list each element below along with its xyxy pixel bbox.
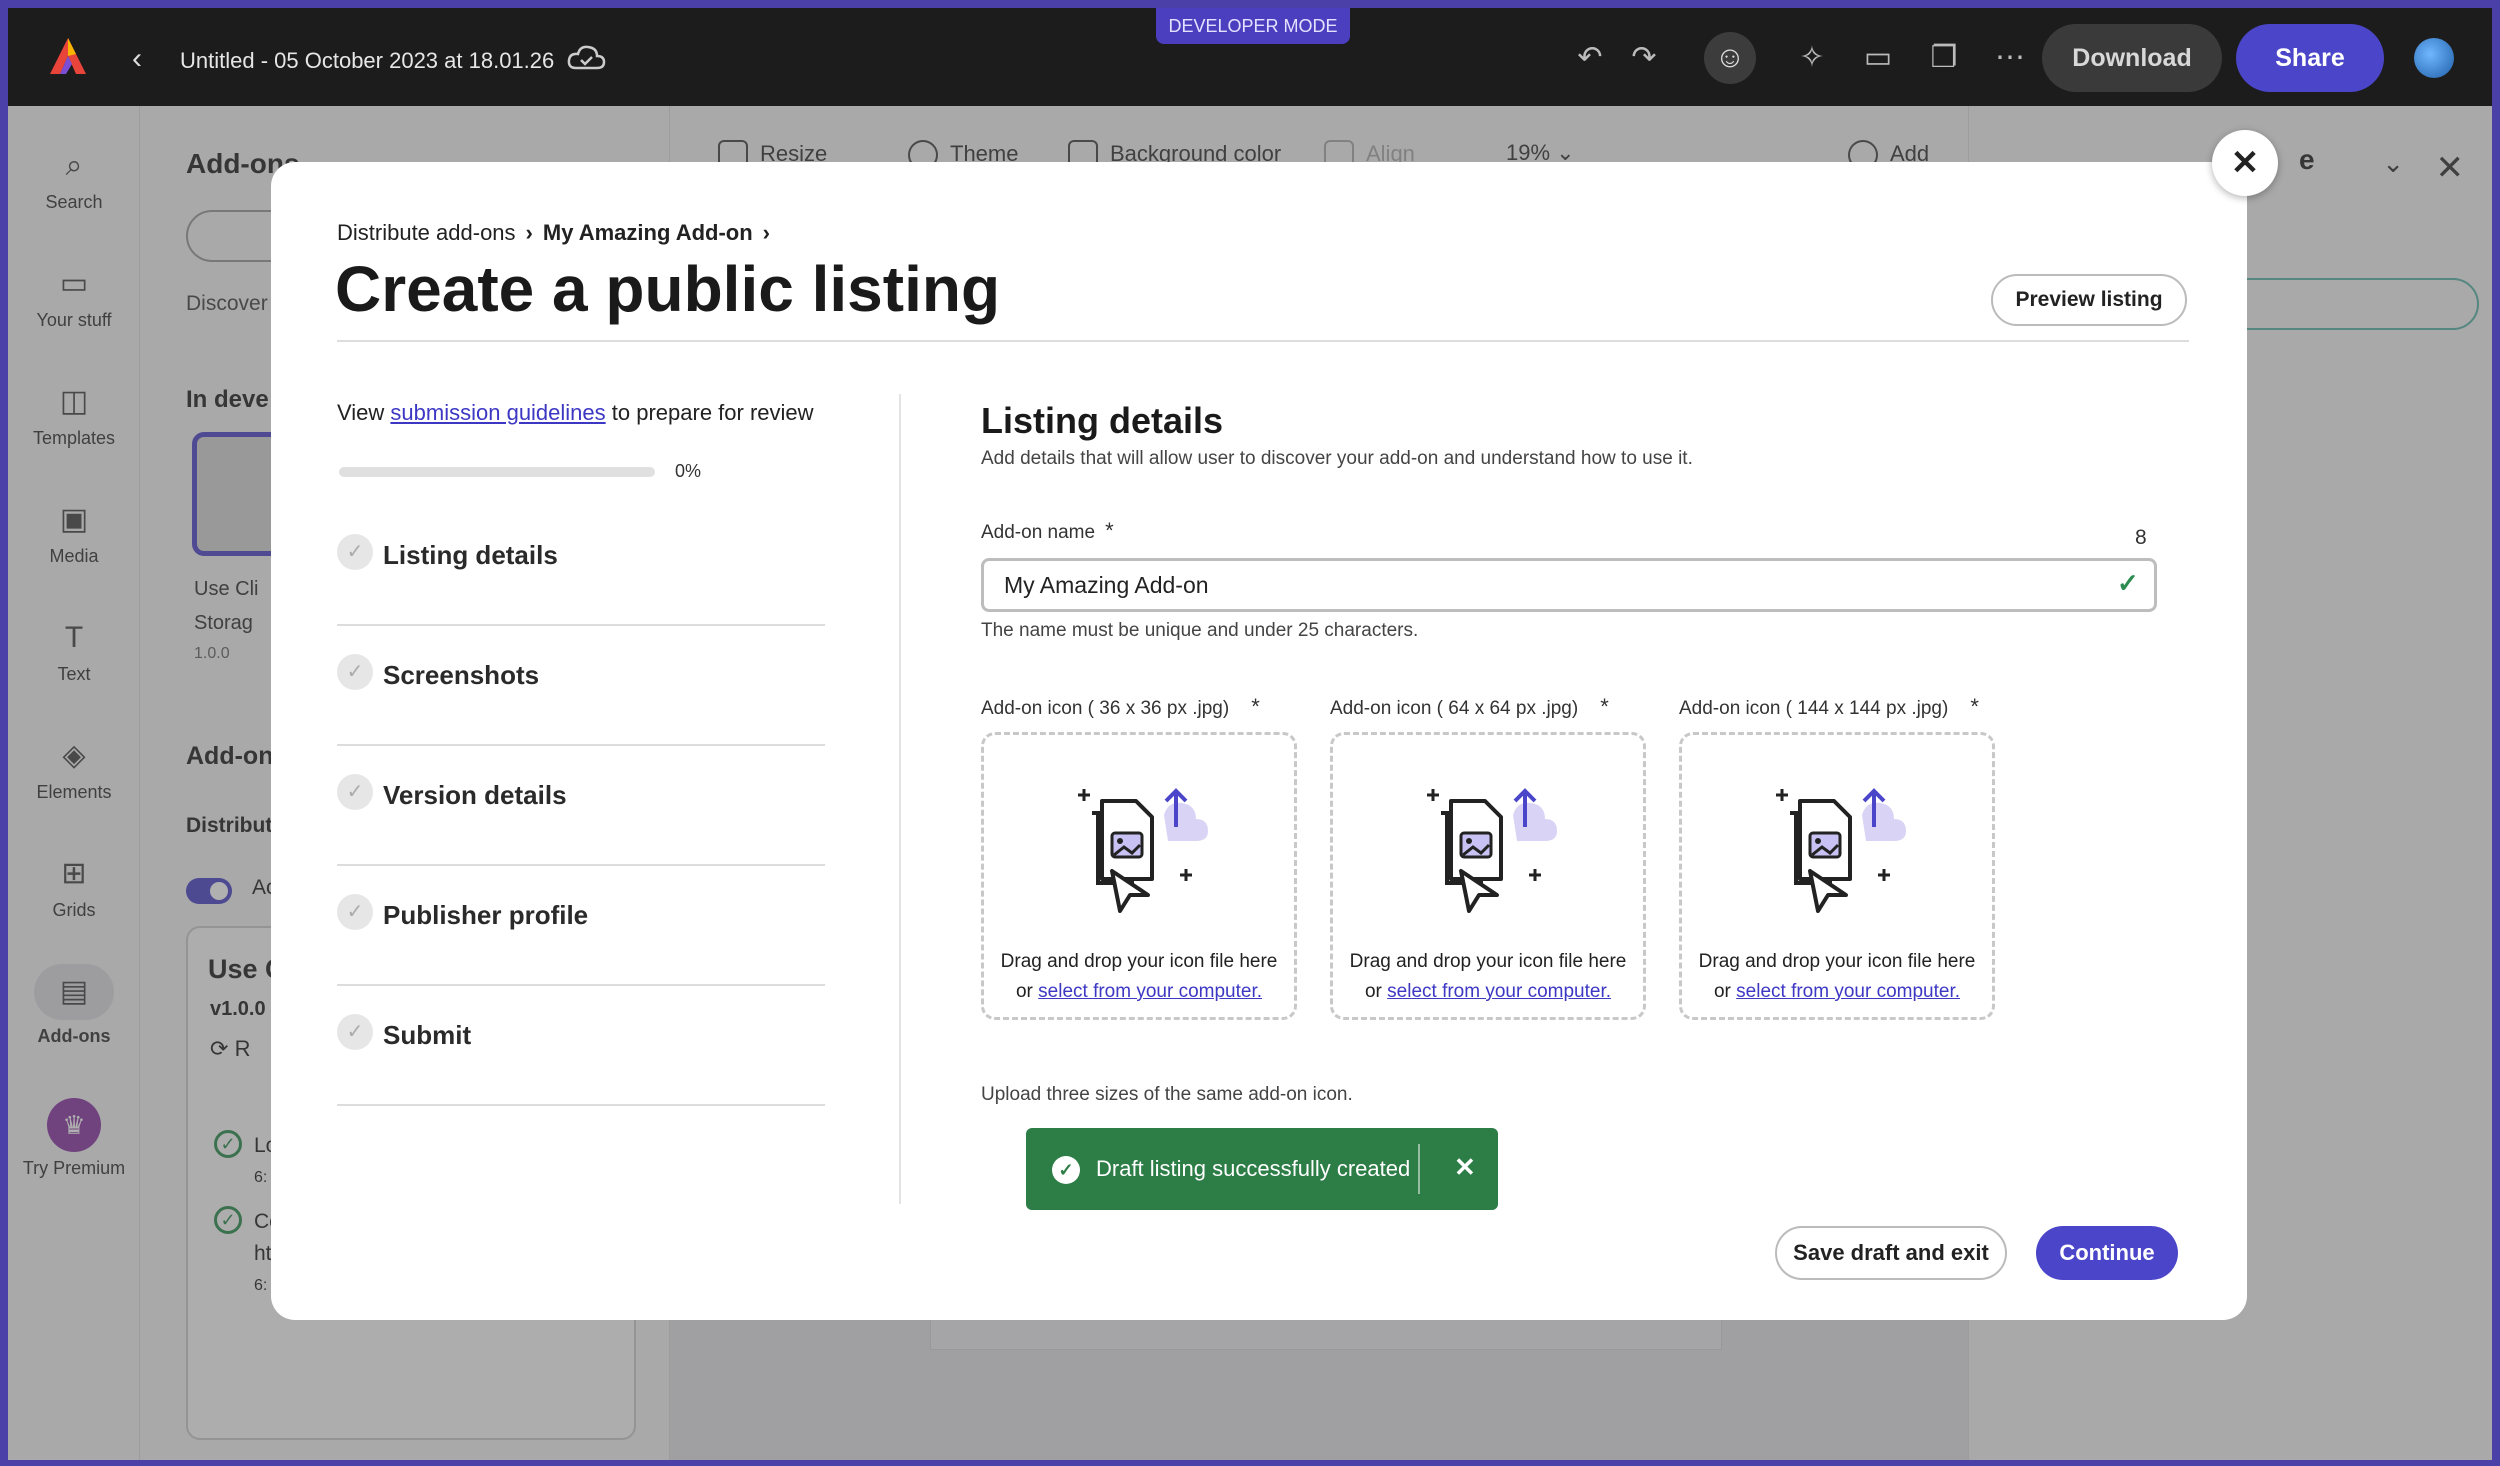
select-file-link[interactable]: select from your computer. xyxy=(1038,981,1262,1002)
breadcrumb-item[interactable]: Distribute add-ons xyxy=(337,220,516,245)
step-publisher-profile[interactable]: ✓ Publisher profile xyxy=(337,866,825,986)
divider xyxy=(337,340,2189,342)
redo-icon[interactable]: ↷ xyxy=(1624,38,1664,78)
preview-listing-button[interactable]: Preview listing xyxy=(1991,274,2187,326)
breadcrumb: Distribute add-ons › My Amazing Add-on › xyxy=(337,220,780,246)
valid-checkmark-icon: ✓ xyxy=(2117,568,2139,598)
step-label: Listing details xyxy=(383,540,558,570)
top-bar: ‹ Untitled - 05 October 2023 at 18.01.26… xyxy=(8,8,2492,106)
icon-144-dropzone[interactable]: Drag and drop your icon file here or sel… xyxy=(1679,732,1995,1020)
drop-or: or xyxy=(1015,981,1033,1002)
close-icon[interactable]: ✕ xyxy=(1454,1152,1476,1183)
step-label: Version details xyxy=(383,780,567,810)
save-draft-button[interactable]: Save draft and exit xyxy=(1775,1226,2007,1280)
success-check-icon: ✓ xyxy=(1052,1156,1080,1184)
step-label: Screenshots xyxy=(383,660,540,690)
success-toast: ✓ Draft listing successfully created ✕ xyxy=(1026,1128,1498,1210)
upload-note: Upload three sizes of the same add-on ic… xyxy=(981,1084,1353,1105)
more-icon[interactable]: ⋯ xyxy=(1990,38,2030,78)
character-counter: 8 xyxy=(2135,526,2147,549)
required-mark: * xyxy=(1251,694,1260,719)
share-button[interactable]: Share xyxy=(2236,24,2384,92)
guidelines-text: View submission guidelines to prepare fo… xyxy=(337,400,814,426)
label-text: Add-on icon ( 36 x 36 px .jpg) xyxy=(981,698,1230,719)
step-listing-details[interactable]: ✓ Listing details xyxy=(337,506,825,626)
dropzone-text: Drag and drop your icon file here or sel… xyxy=(984,947,1294,1007)
breadcrumb-item[interactable]: My Amazing Add-on xyxy=(543,220,753,245)
chat-icon[interactable]: ❐ xyxy=(1924,38,1964,78)
dropzone-text: Drag and drop your icon file here or sel… xyxy=(1682,947,1992,1007)
icon-36-label: Add-on icon ( 36 x 36 px .jpg) * xyxy=(981,694,1260,720)
select-file-link[interactable]: select from your computer. xyxy=(1387,981,1611,1002)
back-chevron-icon[interactable]: ‹ xyxy=(132,42,142,76)
step-submit[interactable]: ✓ Submit xyxy=(337,986,825,1106)
drop-or: or xyxy=(1713,981,1731,1002)
invite-user-icon[interactable]: ☺ xyxy=(1704,32,1756,84)
submission-guidelines-link[interactable]: submission guidelines xyxy=(390,400,605,425)
create-listing-modal: Distribute add-ons › My Amazing Add-on › Cr… xyxy=(271,162,2247,1320)
toast-message: Draft listing successfully created xyxy=(1096,1156,1411,1181)
required-mark: * xyxy=(1970,694,1979,719)
upload-illustration-icon xyxy=(1427,788,1557,913)
required-mark: * xyxy=(1600,694,1609,719)
drop-instruction: Drag and drop your icon file here xyxy=(1000,951,1278,972)
upload-illustration-icon xyxy=(1078,788,1208,913)
progress-bar xyxy=(339,467,655,477)
listing-details-heading: Listing details xyxy=(981,400,1224,441)
required-mark: * xyxy=(1105,518,1114,543)
chevron-right-icon: › xyxy=(525,220,533,245)
app-window: ‹ Untitled - 05 October 2023 at 18.01.26… xyxy=(8,8,2492,1460)
checkmark-icon: ✓ xyxy=(337,774,373,810)
drop-instruction: Drag and drop your icon file here xyxy=(1698,951,1976,972)
dropzone-text: Drag and drop your icon file here or sel… xyxy=(1333,947,1643,1007)
close-icon[interactable]: ✕ xyxy=(2212,130,2278,196)
continue-button[interactable]: Continue xyxy=(2036,1226,2178,1280)
adobe-express-logo[interactable] xyxy=(46,34,90,78)
page-title: Create a public listing xyxy=(335,253,1001,325)
listing-details-subheading: Add details that will allow user to disc… xyxy=(981,448,1693,469)
checkmark-icon: ✓ xyxy=(337,894,373,930)
step-label: Publisher profile xyxy=(383,900,589,930)
checkmark-icon: ✓ xyxy=(337,1014,373,1050)
avatar[interactable] xyxy=(2414,38,2454,78)
comment-icon[interactable]: ▭ xyxy=(1858,38,1898,78)
download-button[interactable]: Download xyxy=(2042,24,2222,92)
checkmark-icon: ✓ xyxy=(337,654,373,690)
label-text: Add-on name xyxy=(981,522,1096,543)
cloud-sync-icon[interactable] xyxy=(566,42,606,74)
addon-name-input[interactable]: My Amazing Add-on xyxy=(981,558,2157,612)
drop-or: or xyxy=(1364,981,1382,1002)
step-list: ✓ Listing details ✓ Screenshots ✓ Version d… xyxy=(337,506,825,1106)
progress-percent: 0% xyxy=(675,461,702,481)
addon-name-hint: The name must be unique and under 25 cha… xyxy=(981,620,1419,641)
upload-illustration-icon xyxy=(1776,788,1906,913)
toast-divider xyxy=(1418,1144,1420,1194)
icon-64-dropzone[interactable]: Drag and drop your icon file here or sel… xyxy=(1330,732,1646,1020)
step-version-details[interactable]: ✓ Version details xyxy=(337,746,825,866)
guidelines-prefix: View xyxy=(337,400,385,425)
checkmark-icon: ✓ xyxy=(337,534,373,570)
icon-144-label: Add-on icon ( 144 x 144 px .jpg) * xyxy=(1679,694,1979,720)
chevron-right-icon: › xyxy=(762,220,770,245)
icon-36-dropzone[interactable]: Drag and drop your icon file here or sel… xyxy=(981,732,1297,1020)
document-title[interactable]: Untitled - 05 October 2023 at 18.01.26 xyxy=(180,48,554,74)
addon-name-label: Add-on name * xyxy=(981,518,1114,544)
icon-64-label: Add-on icon ( 64 x 64 px .jpg) * xyxy=(1330,694,1609,720)
label-text: Add-on icon ( 144 x 144 px .jpg) xyxy=(1679,698,1949,719)
vertical-divider xyxy=(899,394,901,1204)
lightbulb-icon[interactable]: ✧ xyxy=(1792,38,1832,78)
drop-instruction: Drag and drop your icon file here xyxy=(1349,951,1627,972)
step-label: Submit xyxy=(383,1020,472,1050)
label-text: Add-on icon ( 64 x 64 px .jpg) xyxy=(1330,698,1579,719)
guidelines-suffix: to prepare for review xyxy=(611,400,814,425)
undo-icon[interactable]: ↶ xyxy=(1570,38,1610,78)
step-screenshots[interactable]: ✓ Screenshots xyxy=(337,626,825,746)
select-file-link[interactable]: select from your computer. xyxy=(1736,981,1960,1002)
developer-mode-badge: DEVELOPER MODE xyxy=(1156,8,1350,44)
